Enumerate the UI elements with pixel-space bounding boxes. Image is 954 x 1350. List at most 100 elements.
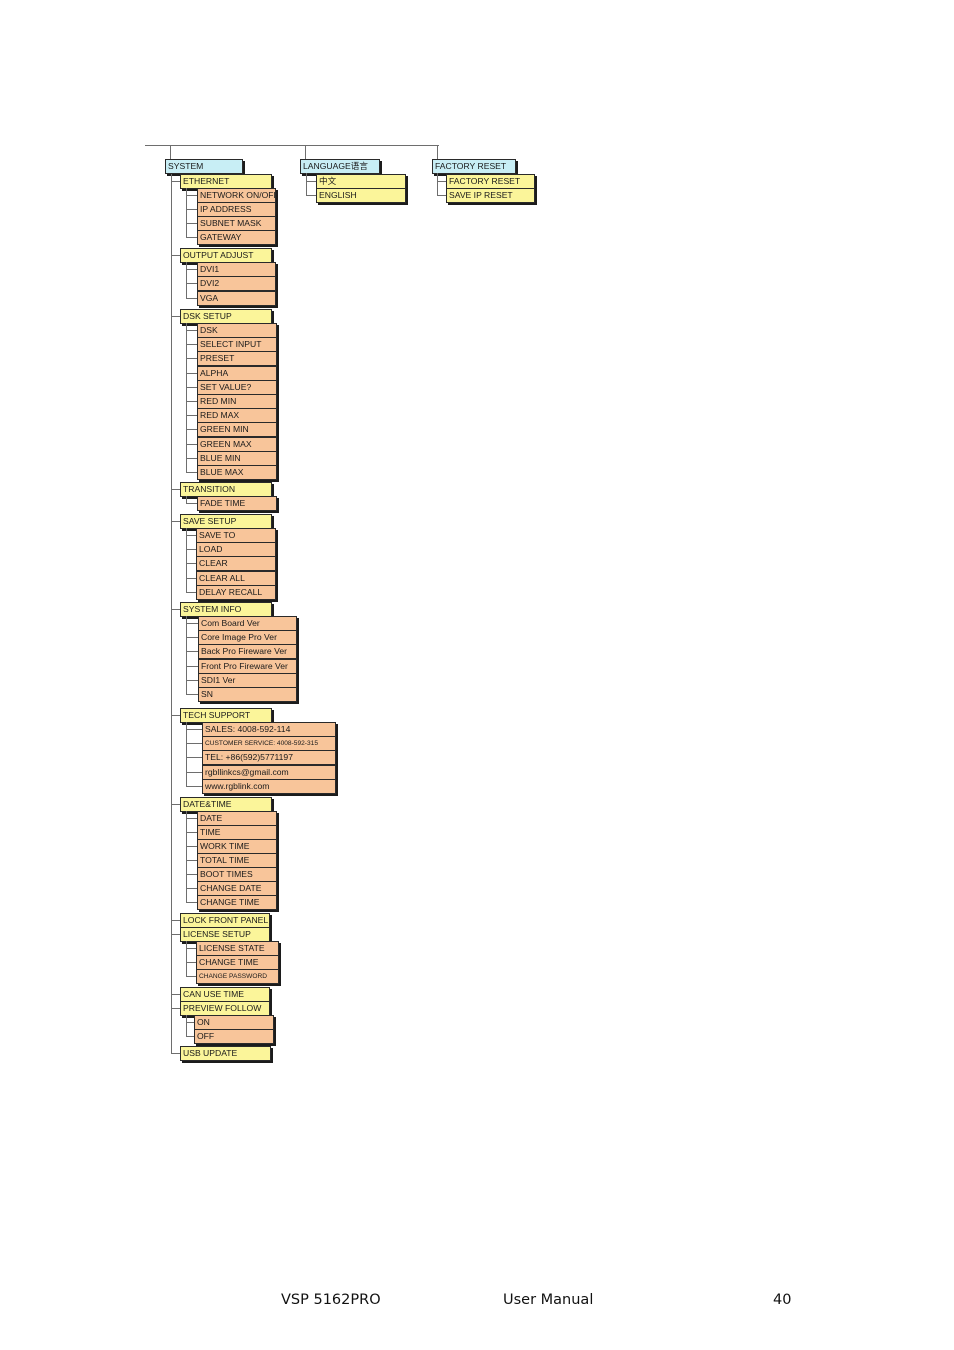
top-bus-line xyxy=(145,145,439,146)
sub-branch-line xyxy=(186,948,196,949)
menu-item-date-time: DATE&TIME xyxy=(180,797,272,812)
menu-item-save-setup: SAVE SETUP xyxy=(180,514,272,529)
sub-branch-line xyxy=(186,223,197,224)
submenu-item-save-to: SAVE TO xyxy=(196,528,276,543)
sub-branch-line xyxy=(186,874,197,875)
menu-item-preview-follow: PREVIEW FOLLOW xyxy=(180,1001,270,1016)
sub-branch-line xyxy=(186,209,197,210)
sub-branch-line xyxy=(186,694,198,695)
submenu-item-vga: VGA xyxy=(197,291,276,306)
sub-branch-line xyxy=(186,298,197,299)
root-drop-line xyxy=(437,145,438,159)
sub-branch-line xyxy=(186,786,202,787)
submenu-item-sn: SN xyxy=(198,687,297,702)
sub-trunk-line xyxy=(186,941,187,976)
submenu-item-select-input: SELECT INPUT xyxy=(197,337,277,352)
root-drop-line xyxy=(170,145,171,159)
sub-trunk-line xyxy=(186,496,187,503)
sub-branch-line xyxy=(186,637,198,638)
sub-branch-line xyxy=(186,578,196,579)
sub-branch-line xyxy=(186,330,197,331)
submenu-item-change-time: CHANGE TIME xyxy=(196,955,279,970)
sub-branch-line xyxy=(186,846,197,847)
branch-line xyxy=(171,994,180,995)
submenu-item-date: DATE xyxy=(197,811,277,826)
language-trunk-line xyxy=(306,173,307,195)
sub-branch-line xyxy=(186,651,198,652)
branch-line xyxy=(306,195,316,196)
sub-branch-line xyxy=(186,358,197,359)
menu-root-factory-reset: FACTORY RESET xyxy=(432,159,516,174)
sub-branch-line xyxy=(186,387,197,388)
branch-line xyxy=(437,181,446,182)
footer-product: VSP 5162PRO xyxy=(281,1292,381,1308)
submenu-item-change-date: CHANGE DATE xyxy=(197,881,277,896)
branch-line xyxy=(171,316,180,317)
submenu-item-total-time: TOTAL TIME xyxy=(197,853,277,868)
sub-branch-line xyxy=(186,592,196,593)
sub-branch-line xyxy=(186,283,197,284)
factory-trunk-line xyxy=(437,173,438,195)
sub-branch-line xyxy=(186,818,197,819)
submenu-item-front-pro-fireware-ver: Front Pro Fireware Ver xyxy=(198,659,297,674)
footer-title: User Manual xyxy=(503,1292,594,1308)
sub-branch-line xyxy=(186,503,197,504)
sub-branch-line xyxy=(186,401,197,402)
menu-item-dsk-setup: DSK SETUP xyxy=(180,309,272,324)
sub-branch-line xyxy=(186,962,196,963)
sub-branch-line xyxy=(186,344,197,345)
submenu-item-time: TIME xyxy=(197,825,277,840)
sub-branch-line xyxy=(186,666,198,667)
submenu-item-customer-service-4008-592-315: CUSTOMER SERVICE: 4008-592-315 xyxy=(202,736,336,751)
branch-line xyxy=(171,920,180,921)
root-drop-line xyxy=(305,145,306,159)
sub-branch-line xyxy=(186,444,197,445)
branch-line xyxy=(171,1008,180,1009)
menu-root-system: SYSTEM xyxy=(165,159,243,174)
sub-trunk-line xyxy=(186,323,187,472)
submenu-item-delay-recall: DELAY RECALL xyxy=(196,585,276,600)
sub-branch-line xyxy=(186,373,197,374)
sub-branch-line xyxy=(186,772,202,773)
menu-item-lock-front-panel: LOCK FRONT PANEL xyxy=(180,913,270,928)
sub-trunk-line xyxy=(186,528,187,592)
submenu-item-core-image-pro-ver: Core Image Pro Ver xyxy=(198,630,297,645)
submenu-item-gateway: GATEWAY xyxy=(197,230,276,245)
menu-item-usb-update: USB UPDATE xyxy=(180,1046,271,1061)
sub-branch-line xyxy=(186,429,197,430)
menu-root-language: LANGUAGE语言 xyxy=(300,159,380,174)
submenu-item-red-max: RED MAX xyxy=(197,408,277,423)
sub-branch-line xyxy=(186,757,202,758)
submenu-item-red-min: RED MIN xyxy=(197,394,277,409)
submenu-item-green-max: GREEN MAX xyxy=(197,437,277,452)
menu-item-save-ip-reset: SAVE IP RESET xyxy=(446,188,535,203)
menu-item-license-setup: LICENSE SETUP xyxy=(180,927,270,942)
sub-trunk-line xyxy=(186,262,187,298)
sub-branch-line xyxy=(186,976,196,977)
submenu-item-work-time: WORK TIME xyxy=(197,839,277,854)
sub-branch-line xyxy=(186,832,197,833)
sub-branch-line xyxy=(186,902,197,903)
sub-branch-line xyxy=(186,549,196,550)
submenu-item-network-on-off: NETWORK ON/OFF xyxy=(197,188,276,203)
submenu-item-back-pro-fireware-ver: Back Pro Fireware Ver xyxy=(198,644,297,659)
sub-branch-line xyxy=(186,472,197,473)
sub-branch-line xyxy=(186,535,196,536)
branch-line xyxy=(171,181,180,182)
submenu-item-clear-all: CLEAR ALL xyxy=(196,571,276,586)
sub-branch-line xyxy=(186,680,198,681)
submenu-item-boot-times: BOOT TIMES xyxy=(197,867,277,882)
menu-item-output-adjust: OUTPUT ADJUST xyxy=(180,248,272,263)
submenu-item-ip-address: IP ADDRESS xyxy=(197,202,276,217)
sub-branch-line xyxy=(186,415,197,416)
sub-trunk-line xyxy=(186,722,187,786)
submenu-item-set-value: SET VALUE? xyxy=(197,380,277,395)
sub-branch-line xyxy=(186,1022,194,1023)
sub-branch-line xyxy=(186,237,197,238)
submenu-item-sales-4008-592-114: SALES: 4008-592-114 xyxy=(202,722,336,737)
submenu-item-dvi2: DVI2 xyxy=(197,276,276,291)
submenu-item-on: ON xyxy=(194,1015,274,1030)
submenu-item-blue-min: BLUE MIN xyxy=(197,451,277,466)
branch-line xyxy=(437,195,446,196)
menu-item-factory-reset: FACTORY RESET xyxy=(446,174,535,189)
